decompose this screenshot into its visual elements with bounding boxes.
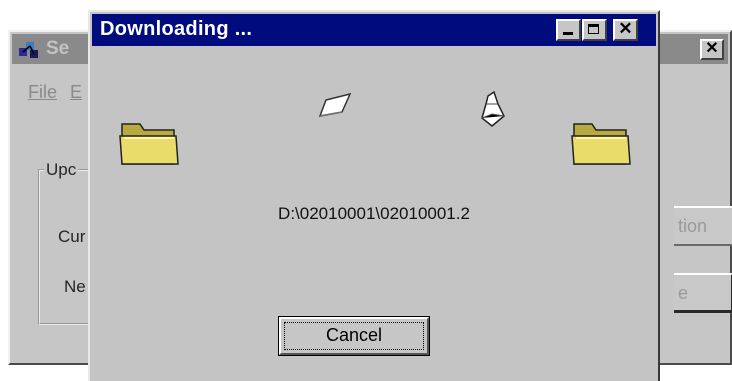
dialog-title-bar[interactable]: Downloading ... ✕ [92,14,656,46]
menu-file[interactable]: File [28,82,57,102]
background-default-button-label: e [678,283,689,303]
minimize-button[interactable] [556,19,581,41]
minimize-icon [563,32,573,35]
group-label: Upc [44,160,79,180]
download-file-path: D:\02010001\02010001.2 [278,204,470,223]
dialog-title: Downloading ... [100,18,253,40]
maximize-button[interactable] [582,19,607,41]
close-icon: ✕ [705,40,719,57]
background-close-button[interactable]: ✕ [700,39,724,60]
current-label: Cur [58,227,86,246]
flying-document-icon [318,92,352,117]
background-action-button[interactable]: tion [674,206,732,246]
menu-second[interactable]: E [70,82,82,102]
cancel-button[interactable]: Cancel [278,316,430,356]
background-default-button[interactable]: e [674,273,732,313]
source-folder-icon [119,123,179,165]
background-window-title: Se [46,38,70,59]
app-icon [19,42,38,58]
maximize-icon [588,24,599,34]
flying-document-icon-2 [481,90,505,127]
new-label: Ne [64,277,86,296]
downloading-dialog: Downloading ... ✕ D:\02010001\02010001.2… [88,10,660,381]
background-action-button-label: tion [678,216,708,236]
close-icon: ✕ [618,19,633,38]
destination-folder-icon [571,123,631,165]
close-button[interactable]: ✕ [613,19,638,41]
cancel-button-label: Cancel [325,325,383,345]
background-menu-bar: File E [28,82,82,103]
